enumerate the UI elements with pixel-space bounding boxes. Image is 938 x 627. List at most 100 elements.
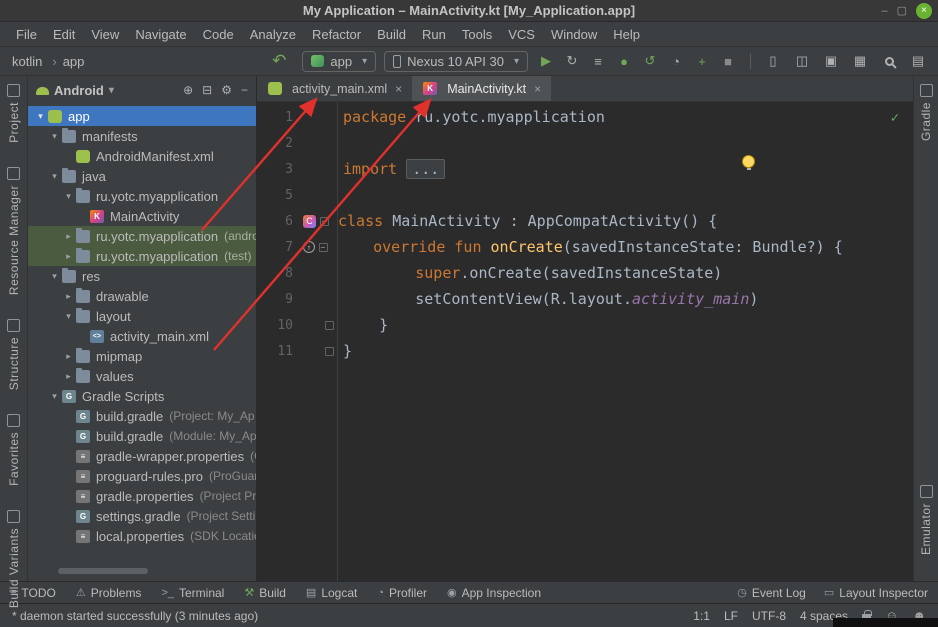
- menu-file[interactable]: File: [8, 24, 45, 45]
- project-structure-button[interactable]: ▤: [908, 53, 928, 69]
- run-configurations-button[interactable]: ≡: [588, 54, 608, 69]
- tree-item-settings-gradle-project-setti[interactable]: Gsettings.gradle(Project Setti: [28, 506, 256, 526]
- tool-window-button-profiler[interactable]: ◔Profiler: [377, 586, 427, 600]
- folded-imports[interactable]: ...: [406, 159, 445, 179]
- menu-run[interactable]: Run: [414, 24, 454, 45]
- tool-button-project[interactable]: Project: [7, 84, 21, 143]
- menu-edit[interactable]: Edit: [45, 24, 83, 45]
- fold-end-icon[interactable]: [325, 347, 334, 356]
- tool-window-button-event-log[interactable]: ◷Event Log: [737, 586, 806, 600]
- tree-item-res[interactable]: ▾res: [28, 266, 256, 286]
- tool-button-resource-manager[interactable]: Resource Manager: [7, 167, 21, 295]
- tree-chevron-icon[interactable]: ▾: [48, 171, 61, 182]
- fold-end-icon[interactable]: [325, 321, 334, 330]
- tree-item-drawable[interactable]: ▸drawable: [28, 286, 256, 306]
- tree-chevron-icon[interactable]: ▸: [62, 231, 75, 242]
- tree-item-layout[interactable]: ▾layout: [28, 306, 256, 326]
- tool-button-gradle[interactable]: Gradle: [919, 84, 933, 141]
- tree-item-mipmap[interactable]: ▸mipmap: [28, 346, 256, 366]
- menu-navigate[interactable]: Navigate: [127, 24, 194, 45]
- close-button[interactable]: ×: [916, 3, 932, 19]
- device-file-explorer-button[interactable]: ◫: [792, 53, 812, 69]
- fold-collapse-icon[interactable]: −: [320, 217, 329, 226]
- file-encoding[interactable]: UTF-8: [752, 609, 786, 623]
- tool-window-button-terminal[interactable]: >_Terminal: [161, 586, 224, 600]
- tree-chevron-icon[interactable]: ▾: [62, 191, 75, 202]
- tool-window-button-problems[interactable]: ⚠Problems: [76, 586, 142, 600]
- breadcrumb-app[interactable]: app: [44, 54, 86, 69]
- tree-chevron-icon[interactable]: ▸: [62, 251, 75, 262]
- minimize-button[interactable]: –: [881, 6, 887, 17]
- tree-item-ru-yotc-myapplication-andro[interactable]: ▸ru.yotc.myapplication(andro: [28, 226, 256, 246]
- tree-item-mainactivity[interactable]: KMainActivity: [28, 206, 256, 226]
- intention-bulb-icon[interactable]: [742, 155, 755, 168]
- menu-help[interactable]: Help: [605, 24, 648, 45]
- profiler-button[interactable]: ◔: [666, 54, 686, 69]
- run-button[interactable]: ▶: [536, 53, 556, 69]
- tool-window-button-layout-inspector[interactable]: ▭Layout Inspector: [824, 586, 928, 600]
- tool-button-favorites[interactable]: Favorites: [7, 414, 21, 486]
- editor-tab-activity-main-xml[interactable]: activity_main.xml×: [257, 76, 412, 101]
- locate-file-button[interactable]: ⊕: [183, 83, 193, 97]
- gradle-sync-icon[interactable]: ↶: [272, 51, 286, 71]
- menu-view[interactable]: View: [83, 24, 127, 45]
- tool-button-emulator[interactable]: Emulator: [919, 485, 933, 555]
- tree-chevron-icon[interactable]: ▸: [62, 291, 75, 302]
- device-selector[interactable]: Nexus 10 API 30: [384, 51, 528, 72]
- class-gutter-icon[interactable]: C: [303, 215, 316, 228]
- horizontal-scrollbar-thumb[interactable]: [58, 568, 148, 574]
- close-tab-icon[interactable]: ×: [395, 82, 402, 96]
- tree-item-activity-main-xml[interactable]: <>activity_main.xml: [28, 326, 256, 346]
- tree-item-gradle-wrapper-properties-gra[interactable]: ≡gradle-wrapper.properties(Gra: [28, 446, 256, 466]
- search-everywhere-button[interactable]: [879, 54, 899, 69]
- tree-item-build-gradle-project-my-ap[interactable]: Gbuild.gradle(Project: My_Ap: [28, 406, 256, 426]
- menu-window[interactable]: Window: [543, 24, 605, 45]
- line-separator[interactable]: LF: [724, 609, 738, 623]
- tree-item-local-properties-sdk-locatio[interactable]: ≡local.properties(SDK Locatio: [28, 526, 256, 546]
- menu-refactor[interactable]: Refactor: [304, 24, 369, 45]
- tree-chevron-icon[interactable]: ▾: [48, 271, 61, 282]
- settings-gear-icon[interactable]: ⚙: [221, 83, 232, 97]
- attach-debugger-button[interactable]: +: [692, 54, 712, 69]
- menu-build[interactable]: Build: [369, 24, 414, 45]
- module-selector[interactable]: app: [302, 51, 376, 72]
- editor-tab-mainactivity-kt[interactable]: KMainActivity.kt×: [412, 76, 551, 101]
- tree-chevron-icon[interactable]: ▸: [62, 371, 75, 382]
- tree-chevron-icon[interactable]: ▾: [48, 131, 61, 142]
- tool-window-button-logcat[interactable]: ▤Logcat: [306, 586, 357, 600]
- close-tab-icon[interactable]: ×: [534, 82, 541, 96]
- override-method-gutter-icon[interactable]: ↑: [303, 241, 315, 253]
- tree-item-app[interactable]: ▾app: [28, 106, 256, 126]
- avd-manager-button[interactable]: ▦: [850, 53, 870, 69]
- code-editor[interactable]: ✓ 1package ru.yotc.myapplication23import…: [257, 102, 913, 581]
- tree-item-gradle-scripts[interactable]: ▾GGradle Scripts: [28, 386, 256, 406]
- tree-item-build-gradle-module-my-ap[interactable]: Gbuild.gradle(Module: My_Ap: [28, 426, 256, 446]
- tree-item-manifests[interactable]: ▾manifests: [28, 126, 256, 146]
- tree-item-values[interactable]: ▸values: [28, 366, 256, 386]
- tree-item-java[interactable]: ▾java: [28, 166, 256, 186]
- tree-item-gradle-properties-project-pr[interactable]: ≡gradle.properties(Project Pr: [28, 486, 256, 506]
- menu-vcs[interactable]: VCS: [500, 24, 543, 45]
- tool-window-button-build[interactable]: ⚒Build: [244, 586, 286, 600]
- debug-button[interactable]: ●: [614, 54, 634, 69]
- stop-button[interactable]: ■: [718, 54, 738, 69]
- tree-chevron-icon[interactable]: ▸: [62, 351, 75, 362]
- tree-chevron-icon[interactable]: ▾: [48, 391, 61, 402]
- menu-analyze[interactable]: Analyze: [242, 24, 304, 45]
- breadcrumb-kotlin[interactable]: kotlin: [10, 54, 44, 69]
- tree-item-ru-yotc-myapplication[interactable]: ▾ru.yotc.myapplication: [28, 186, 256, 206]
- apply-changes-button[interactable]: ↺: [640, 53, 660, 69]
- fold-collapse-icon[interactable]: −: [319, 243, 328, 252]
- menu-code[interactable]: Code: [195, 24, 242, 45]
- sdk-manager-button[interactable]: ▣: [821, 53, 841, 69]
- menu-tools[interactable]: Tools: [454, 24, 500, 45]
- tool-window-button-app-inspection[interactable]: ◉App Inspection: [447, 586, 541, 600]
- inspection-status-icon[interactable]: ✓: [891, 110, 899, 126]
- tree-item-androidmanifest-xml[interactable]: AndroidManifest.xml: [28, 146, 256, 166]
- restart-activity-button[interactable]: ↻: [562, 53, 582, 69]
- tree-item-ru-yotc-myapplication-test[interactable]: ▸ru.yotc.myapplication(test): [28, 246, 256, 266]
- tree-item-proguard-rules-pro-proguar[interactable]: ≡proguard-rules.pro(ProGuar: [28, 466, 256, 486]
- maximize-button[interactable]: ▢: [897, 6, 907, 17]
- project-view-selector[interactable]: Android: [36, 83, 114, 98]
- tree-chevron-icon[interactable]: ▾: [62, 311, 75, 322]
